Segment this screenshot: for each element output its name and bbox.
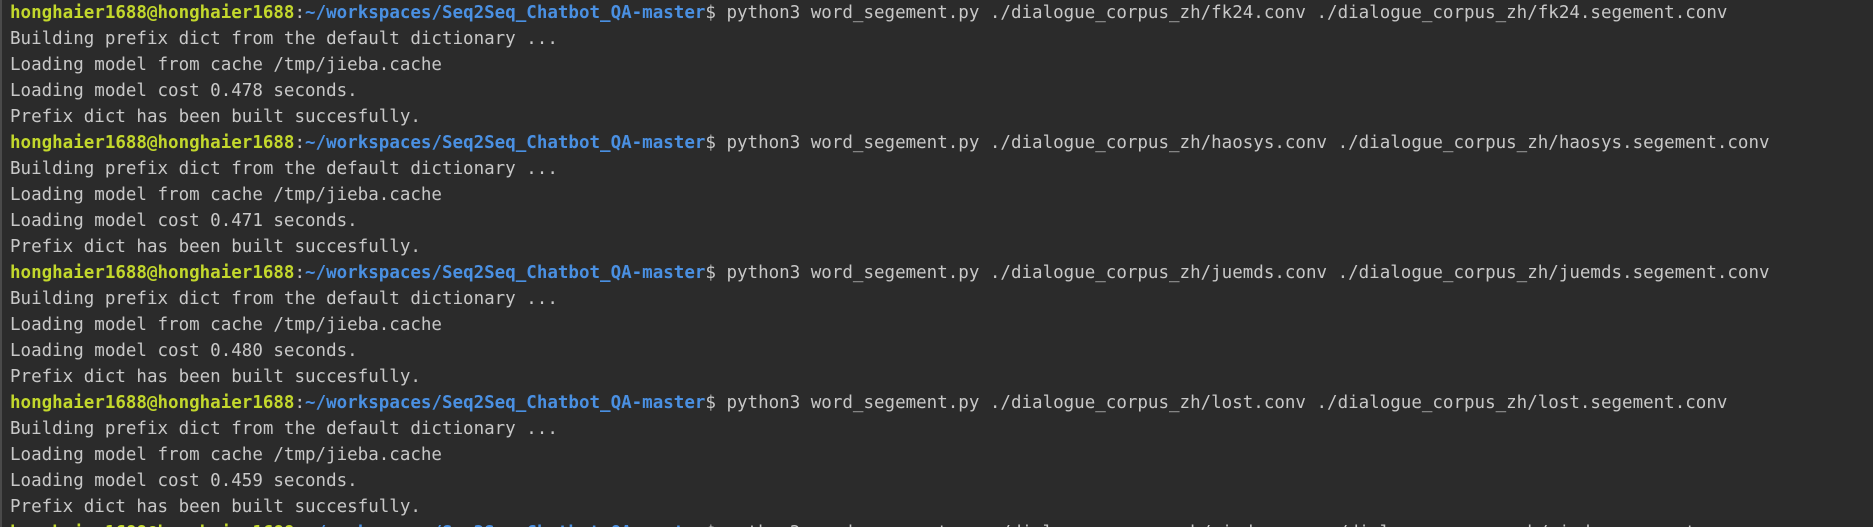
output-line: Loading model cost 0.459 seconds. (10, 471, 358, 491)
prompt-colon: : (294, 3, 306, 23)
terminal-output: honghaier1688@honghaier1688:~/workspaces… (10, 0, 1870, 527)
output-line: Building prefix dict from the default di… (10, 289, 558, 309)
prompt-path: ~/workspaces/Seq2Seq_Chatbot_QA-master (305, 263, 706, 283)
prompt-dollar: $ (705, 3, 716, 23)
prompt-user: honghaier1688@honghaier1688 (10, 263, 295, 283)
prompt-path: ~/workspaces/Seq2Seq_Chatbot_QA-master (305, 3, 706, 23)
prompt-dollar: $ (705, 523, 716, 527)
output-line: Building prefix dict from the default di… (10, 159, 558, 179)
prompt-line: honghaier1688@honghaier1688:~/workspaces… (10, 260, 1870, 286)
prompt-line: honghaier1688@honghaier1688:~/workspaces… (10, 390, 1870, 416)
output-line: Building prefix dict from the default di… (10, 29, 558, 49)
command-text: python3 word_segement.py ./dialogue_corp… (715, 3, 1728, 23)
prompt-path: ~/workspaces/Seq2Seq_Chatbot_QA-master (305, 393, 706, 413)
prompt-line: honghaier1688@honghaier1688:~/workspaces… (10, 130, 1870, 156)
prompt-user: honghaier1688@honghaier1688 (10, 3, 295, 23)
prompt-path: ~/workspaces/Seq2Seq_Chatbot_QA-master (305, 523, 705, 527)
output-line: Loading model cost 0.478 seconds. (10, 81, 358, 101)
output-line: Loading model from cache /tmp/jieba.cach… (10, 185, 442, 205)
prompt-user: honghaier1688@honghaier1688 (10, 393, 295, 413)
output-line: Prefix dict has been built succesfully. (10, 107, 421, 127)
output-line: Prefix dict has been built succesfully. (10, 237, 421, 257)
prompt-user: honghaier1688@honghaier1688 (10, 133, 295, 153)
prompt-dollar: $ (705, 263, 716, 283)
prompt-path: ~/workspaces/Seq2Seq_Chatbot_QA-master (305, 133, 706, 153)
terminal-window[interactable]: honghaier1688@honghaier1688:~/workspaces… (0, 0, 1873, 527)
command-text: python3 word_segement.py ./dialogue_corp… (715, 393, 1728, 413)
command-text: python3 word_segement.py ./dialogue_corp… (716, 523, 1748, 527)
prompt-colon: : (294, 263, 306, 283)
output-line: Loading model from cache /tmp/jieba.cach… (10, 445, 442, 465)
output-line: Loading model cost 0.471 seconds. (10, 211, 358, 231)
command-text: python3 word_segement.py ./dialogue_corp… (715, 133, 1770, 153)
output-line: Prefix dict has been built succesfully. (10, 367, 421, 387)
output-line: Loading model cost 0.480 seconds. (10, 341, 358, 361)
output-line: Building prefix dict from the default di… (10, 419, 558, 439)
output-line: Loading model from cache /tmp/jieba.cach… (10, 55, 442, 75)
prompt-user: honghaier1688@honghaier1688 (10, 523, 294, 527)
command-text: python3 word_segement.py ./dialogue_corp… (715, 263, 1770, 283)
prompt-colon: : (294, 523, 305, 527)
prompt-dollar: $ (705, 393, 716, 413)
prompt-line: honghaier1688@honghaier1688:~/workspaces… (10, 520, 1870, 527)
prompt-colon: : (294, 393, 306, 413)
prompt-line: honghaier1688@honghaier1688:~/workspaces… (10, 0, 1870, 26)
prompt-dollar: $ (705, 133, 716, 153)
output-line: Prefix dict has been built succesfully. (10, 497, 421, 517)
output-line: Loading model from cache /tmp/jieba.cach… (10, 315, 442, 335)
prompt-colon: : (294, 133, 306, 153)
